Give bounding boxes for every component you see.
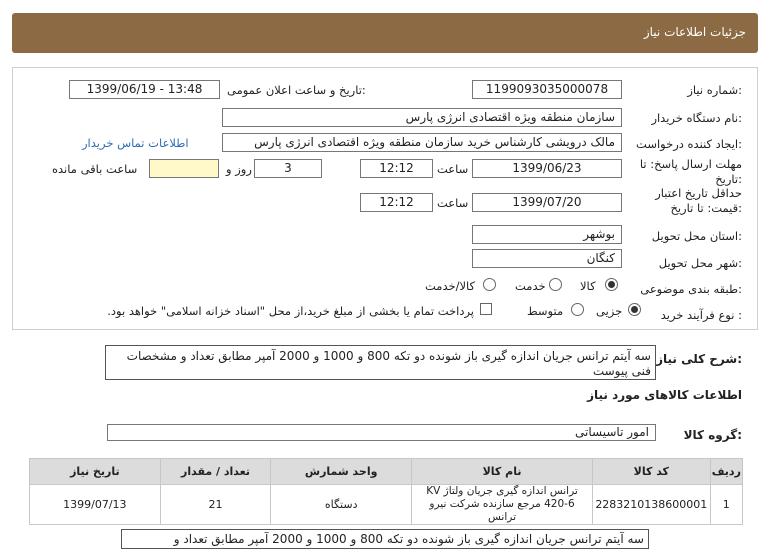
- col-row-header: ردیف: [709, 458, 744, 485]
- buyer-label: نام دستگاه خریدار:: [651, 111, 742, 125]
- goods-info-title: اطلاعات کالاهای مورد نیاز: [587, 388, 742, 402]
- table-row: 1 2283210138600001 ترانس اندازه گیری جری…: [29, 484, 744, 525]
- treasury-payment-checkbox[interactable]: [480, 303, 492, 315]
- creator-label: ایجاد کننده درخواست:: [636, 137, 742, 151]
- purchase-medium-label: متوسط: [527, 304, 564, 318]
- category-service-label: خدمت: [515, 279, 546, 293]
- hours-remaining-label: ساعت باقی مانده: [52, 162, 138, 176]
- validity-label-2: قیمت: تا تاریخ:: [670, 201, 742, 215]
- item-name-cell: ترانس اندازه گیری جریان ولتاژ KV 420-6 م…: [411, 484, 593, 525]
- hours-remaining-field: [149, 159, 219, 178]
- col-code-header: کد کالا: [592, 458, 711, 485]
- purchase-minor-label: جزیی: [596, 304, 623, 318]
- category-goods-label: کالا: [580, 279, 596, 293]
- validity-label: حداقل تاریخ اعتبار: [655, 186, 742, 200]
- col-name-header: نام کالا: [411, 458, 593, 485]
- need-number-field: 1199093035000078: [472, 80, 622, 99]
- announce-date-field: 1399/06/19 - 13:48: [69, 80, 220, 99]
- validity-time-field: 12:12: [360, 193, 433, 212]
- deadline-time-field: 12:12: [360, 159, 433, 178]
- col-qty-header: تعداد / مقدار: [159, 458, 272, 485]
- province-label: استان محل تحویل:: [651, 229, 742, 243]
- category-radio-goods[interactable]: [605, 278, 618, 291]
- validity-date-field: 1399/07/20: [472, 193, 622, 212]
- qty-cell: 21: [159, 484, 272, 525]
- category-goods-service-label: کالا/خدمت: [425, 279, 476, 293]
- announce-date-label: تاریخ و ساعت اعلان عمومی:: [227, 83, 366, 97]
- validity-time-label: ساعت: [437, 196, 469, 210]
- page-title: جزئیات اطلاعات نیاز: [643, 25, 746, 39]
- deadline-label: مهلت ارسال پاسخ: تا: [639, 157, 742, 171]
- need-date-cell: 1399/07/13: [29, 484, 161, 525]
- purchase-type-label: نوع فرآیند خرید :: [660, 308, 742, 322]
- item-code-cell: 2283210138600001: [592, 484, 711, 525]
- deadline-date-field: 1399/06/23: [472, 159, 622, 178]
- creator-field: مالک درویشی کارشناس خرید سازمان منطقه وی…: [222, 133, 622, 152]
- days-remaining-field: 3: [254, 159, 322, 178]
- deadline-label-2: تاریخ:: [715, 172, 742, 186]
- province-field: بوشهر: [472, 225, 622, 244]
- category-radio-goods-service[interactable]: [483, 278, 496, 291]
- city-field: کنگان: [472, 249, 622, 268]
- category-radio-service[interactable]: [549, 278, 562, 291]
- goods-group-label: گروه کالا:: [683, 428, 742, 442]
- summary-text: سه آیتم ترانس جریان اندازه گیری باز شوند…: [105, 345, 656, 380]
- city-label: شهر محل تحویل:: [658, 256, 742, 270]
- col-date-header: تاریخ نیاز: [29, 458, 161, 485]
- unit-cell: دستگاه: [270, 484, 413, 525]
- purchase-radio-minor[interactable]: [628, 303, 641, 316]
- row-number-cell: 1: [709, 484, 744, 525]
- treasury-payment-note: پرداخت تمام یا بخشی از مبلغ خرید،از محل …: [107, 304, 474, 318]
- summary-label: شرح کلی نیاز:: [656, 352, 742, 366]
- item-description-box: سه آیتم ترانس جریان اندازه گیری باز شوند…: [121, 529, 649, 549]
- goods-group-field: امور تاسیساتی: [107, 424, 656, 441]
- buyer-contact-link[interactable]: اطلاعات تماس خریدار: [82, 136, 189, 150]
- days-label: روز و: [226, 162, 252, 176]
- deadline-time-label: ساعت: [437, 162, 469, 176]
- need-number-label: شماره نیاز:: [687, 83, 742, 97]
- header-bar: جزئیات اطلاعات نیاز: [12, 13, 758, 53]
- buyer-field: سازمان منطقه ویژه اقتصادی انرژی پارس: [222, 108, 622, 127]
- goods-table: ردیف کد کالا نام کالا واحد شمارش تعداد /…: [29, 458, 744, 525]
- col-unit-header: واحد شمارش: [270, 458, 413, 485]
- purchase-radio-medium[interactable]: [571, 303, 584, 316]
- category-label: طبقه بندی موضوعی:: [640, 282, 742, 296]
